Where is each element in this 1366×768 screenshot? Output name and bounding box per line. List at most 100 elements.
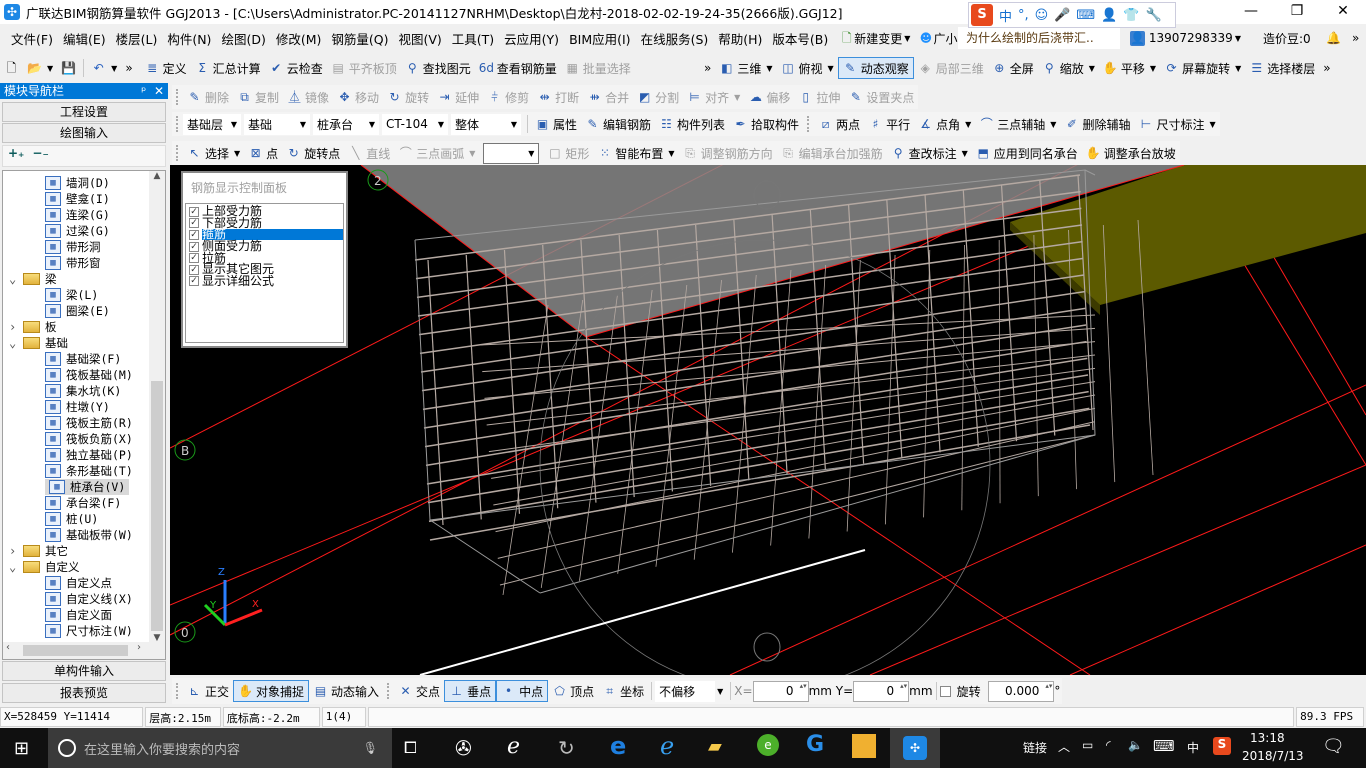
touch-keyboard-icon[interactable]: ⌨ xyxy=(1153,737,1175,755)
modify-button[interactable]: ✥ 移动 xyxy=(333,86,383,108)
collapse-all-icon[interactable]: −₋ xyxy=(32,146,48,166)
ime-keyboard-icon[interactable]: ⌨ xyxy=(1076,8,1095,23)
menu-item[interactable]: 绘图(D) xyxy=(216,29,270,48)
tree-item[interactable]: ▦ 桩(U) xyxy=(45,511,98,527)
checkbox[interactable]: ✓ xyxy=(189,253,199,264)
axis-button[interactable]: ♯ 平行 xyxy=(864,113,914,135)
tree-item[interactable]: ▦ 基础梁(F) xyxy=(45,351,121,367)
battery-icon[interactable]: ▭ xyxy=(1082,738,1093,752)
tree-item[interactable]: ▦ 尺寸标注(W) xyxy=(45,623,133,639)
draw-button[interactable]: ↖ 选择 ▼ xyxy=(183,142,244,164)
tree-item[interactable]: ▦ 梁(L) xyxy=(45,287,98,303)
project-settings-button[interactable]: 工程设置 xyxy=(2,102,166,122)
modify-button[interactable]: ↻ 旋转 xyxy=(383,86,433,108)
tray-chevron-icon[interactable]: ︿ xyxy=(1058,738,1070,755)
dropdown-arrow-icon[interactable]: ▼ xyxy=(234,149,240,158)
save-button[interactable]: 💾 xyxy=(57,57,80,79)
menu-item[interactable]: 钢筋量(Q) xyxy=(326,29,393,48)
draw-button[interactable]: ⎘ 编辑承台加强筋 xyxy=(777,142,887,164)
wifi-icon[interactable]: ◜ xyxy=(1106,738,1111,752)
tree-item[interactable]: ▦ 自定义点 xyxy=(45,575,112,591)
axis-button[interactable]: ⊢ 尺寸标注 ▼ xyxy=(1134,113,1219,135)
tree-item[interactable]: ▦ 圈梁(E) xyxy=(45,303,110,319)
layer-select[interactable]: 整体 ▼ xyxy=(451,113,521,135)
rebar-type-row[interactable]: ✓ 显示详细公式 xyxy=(186,275,343,288)
component-button[interactable]: ▣ 属性 xyxy=(531,113,581,135)
menu-item[interactable]: 工具(T) xyxy=(447,29,499,48)
modify-button[interactable]: ⫩ 修剪 xyxy=(483,86,533,108)
x-input[interactable]: 0 xyxy=(752,680,809,702)
snap-mode-button[interactable]: ⊾ 正交 xyxy=(183,680,233,702)
toolbar-button[interactable]: ▤ 平齐板顶 xyxy=(327,57,401,79)
tree-vertical-scrollbar[interactable]: ▲ ▼ xyxy=(149,171,165,643)
clock-date[interactable]: 2018/7/13 xyxy=(1242,749,1304,763)
dropdown-arrow-icon[interactable]: ▼ xyxy=(1089,64,1095,73)
tree-item[interactable]: ▦ 墙洞(D) xyxy=(45,175,110,191)
minimize-button[interactable]: — xyxy=(1228,0,1274,24)
draw-button[interactable]: ╲ 直线 xyxy=(344,142,394,164)
modify-button[interactable]: ◩ 分割 xyxy=(633,86,683,108)
menu-item[interactable]: 修改(M) xyxy=(271,29,327,48)
modify-button[interactable]: ☁ 偏移 xyxy=(744,86,794,108)
tree-item[interactable]: ▦ 基础板带(W) xyxy=(45,527,133,543)
dropdown-arrow-icon[interactable]: ▼ xyxy=(1209,120,1215,129)
modify-button[interactable]: ⇻ 合并 xyxy=(583,86,633,108)
checkbox[interactable]: ✓ xyxy=(189,229,199,240)
notes-app-icon[interactable] xyxy=(852,734,876,758)
menu-item[interactable]: 楼层(L) xyxy=(111,29,163,48)
tree-item[interactable]: ▦ 带形洞 xyxy=(45,239,101,255)
draw-button[interactable]: ⬒ 应用到同名承台 xyxy=(972,142,1082,164)
ime-mode[interactable]: 中 xyxy=(999,6,1012,25)
tree-item[interactable]: ▦ 集水坑(K) xyxy=(45,383,121,399)
dropdown-arrow-icon[interactable]: ▼ xyxy=(828,64,834,73)
dropdown-arrow-icon[interactable]: ▼ xyxy=(766,64,772,73)
ie-old-icon[interactable]: ℯ xyxy=(507,734,520,759)
toolbar-button[interactable]: Σ 汇总计算 xyxy=(191,57,265,79)
new-file-button[interactable]: 🗋 xyxy=(0,57,23,79)
dropdown-arrow-icon[interactable]: ▼ xyxy=(734,93,740,102)
tree-item[interactable]: ▦ 带形窗 xyxy=(45,255,101,271)
clock-time[interactable]: 13:18 xyxy=(1250,731,1285,745)
menu-item[interactable]: 云应用(Y) xyxy=(499,29,564,48)
draw-combo[interactable]: ▼ xyxy=(483,142,540,164)
chevron-down-icon[interactable]: ⌄ xyxy=(9,560,23,574)
toolbar-overflow[interactable]: » xyxy=(700,57,715,79)
tree-folder[interactable]: ⌄ 基础 xyxy=(9,335,68,351)
tree-item[interactable]: ▦ 筏板基础(M) xyxy=(45,367,133,383)
snap-button[interactable]: ✕ 交点 xyxy=(394,680,444,702)
snap-button[interactable]: • 中点 xyxy=(496,680,549,702)
glodon-g-icon[interactable]: G xyxy=(806,732,824,757)
component-button[interactable]: ✎ 编辑钢筋 xyxy=(581,113,655,135)
menu-item[interactable]: BIM应用(I) xyxy=(564,29,636,48)
modify-button[interactable]: ⇥ 延伸 xyxy=(433,86,483,108)
green-browser-icon[interactable]: e xyxy=(757,734,779,756)
user-account[interactable]: 👤 13907298339 ▼ xyxy=(1130,30,1241,46)
tree-item[interactable]: ▦ 过梁(G) xyxy=(45,223,110,239)
ime-settings-icon[interactable]: 🔧 xyxy=(1146,8,1162,23)
view-button[interactable]: ⚲ 缩放 ▼ xyxy=(1038,57,1099,79)
layer-select[interactable]: 桩承台 ▼ xyxy=(313,113,379,135)
offset-select[interactable]: 不偏移 xyxy=(655,680,716,702)
toolbar-button[interactable]: 6d 查看钢筋量 xyxy=(475,57,561,79)
microphone-icon[interactable]: 🎙 xyxy=(363,741,378,755)
maximize-button[interactable]: ❐ xyxy=(1274,0,1320,24)
dropdown-arrow-icon[interactable]: ▼ xyxy=(962,149,968,158)
modify-button[interactable]: ✎ 删除 xyxy=(183,86,233,108)
view-button[interactable]: ☰ 选择楼层 xyxy=(1245,57,1319,79)
menu-item[interactable]: 版本号(B) xyxy=(767,29,833,48)
snap-button[interactable]: ⊥ 垂点 xyxy=(444,680,497,702)
links-toolbar[interactable]: 链接 xyxy=(1023,739,1047,756)
menu-item[interactable]: 编辑(E) xyxy=(58,29,111,48)
view-button[interactable]: ⟳ 屏幕旋转 ▼ xyxy=(1160,57,1245,79)
chevron-down-icon[interactable]: ⌄ xyxy=(9,336,23,350)
draw-button[interactable]: ⚲ 查改标注 ▼ xyxy=(887,142,972,164)
modify-button[interactable]: ▯ 拉伸 xyxy=(794,86,844,108)
draw-button[interactable]: ↻ 旋转点 xyxy=(282,142,344,164)
menu-item[interactable]: 构件(N) xyxy=(162,29,216,48)
tree-item[interactable]: ▦ 连梁(G) xyxy=(45,207,110,223)
menu-item[interactable]: 文件(F) xyxy=(6,29,58,48)
view-button[interactable]: ⊕ 全屏 xyxy=(988,57,1038,79)
tree-item[interactable]: ▦ 筏板负筋(X) xyxy=(45,431,133,447)
checkbox[interactable]: ✓ xyxy=(189,264,199,275)
draw-button[interactable]: ✋ 调整承台放坡 xyxy=(1082,142,1180,164)
